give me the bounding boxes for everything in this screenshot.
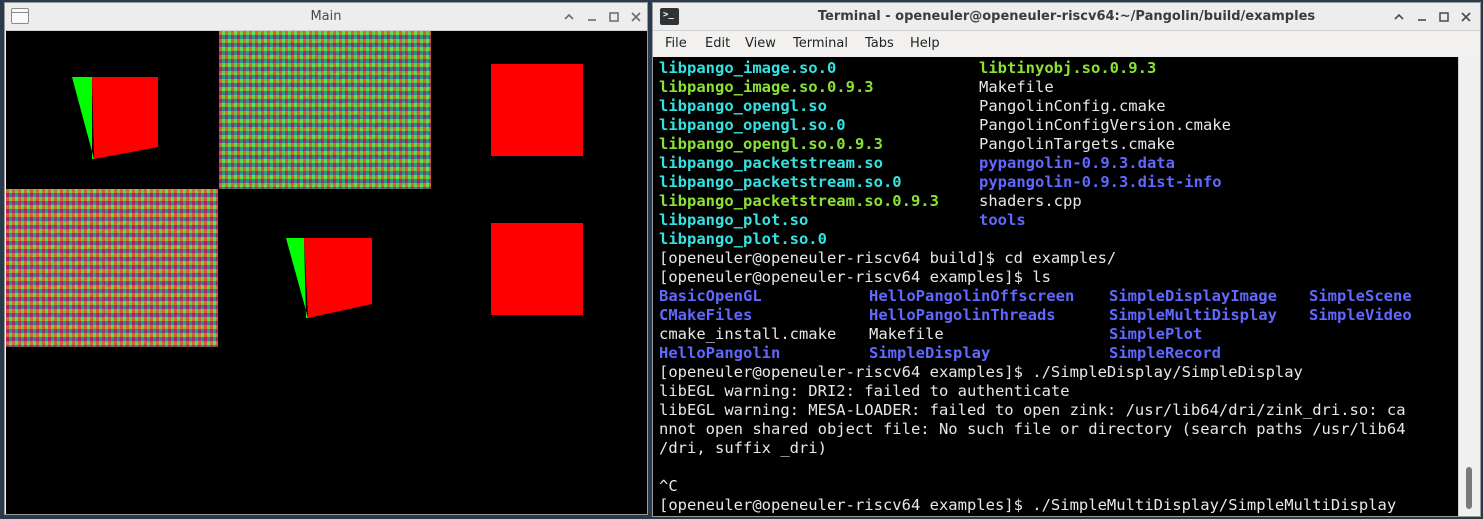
main-titlebar[interactable]: Main [5, 3, 647, 31]
interrupt-line: ^C [659, 477, 678, 495]
terminal-line: libEGL warning: DRI2: failed to authenti… [659, 382, 1070, 401]
ls-entry: tools [979, 211, 1026, 229]
terminal-line: libpango_packetstream.so pypangolin-0.9.… [659, 154, 1175, 173]
terminal-line: [openeuler@openeuler-riscv64 examples]$ … [659, 363, 1303, 382]
maximize-icon[interactable] [1435, 8, 1453, 26]
ls-entry: libpango_opengl.so.0.9.3 [659, 135, 883, 153]
ls-entry: SimpleDisplay [869, 344, 991, 362]
terminal-titlebar[interactable]: >_ Terminal - openeuler@openeuler-riscv6… [653, 3, 1480, 31]
terminal-line: libpango_image.so.0 libtinyobj.so.0.9.3 [659, 59, 1156, 78]
ls-entry: PangolinTargets.cmake [979, 135, 1175, 153]
menu-help[interactable]: Help [910, 36, 940, 51]
gl-viewport[interactable] [6, 31, 647, 514]
terminal-line: ^C [659, 477, 715, 496]
ls-entry: pypangolin-0.9.3.dist-info [979, 173, 1222, 191]
terminal-line: libpango_opengl.so.0 PangolinConfigVersi… [659, 116, 1231, 135]
terminal-line: libpango_opengl.so.0.9.3 PangolinTargets… [659, 135, 1175, 154]
ls-entry: SimpleVideo [1309, 306, 1412, 324]
warning-line: libEGL warning: MESA-LOADER: failed to o… [659, 401, 1406, 419]
terminal-line: [openeuler@openeuler-riscv64 build]$ cd … [659, 249, 1116, 268]
close-icon[interactable] [627, 8, 645, 26]
ls-entry: PangolinConfig.cmake [979, 97, 1166, 115]
terminal-line: cmake_install.cmake Makefile SimplePlot [659, 325, 1202, 344]
ls-entry: libpango_image.so.0.9.3 [659, 78, 874, 96]
ls-entry: cmake_install.cmake [659, 325, 837, 343]
terminal-output[interactable]: libpango_image.so.0 libtinyobj.so.0.9.3 … [653, 57, 1458, 516]
ls-entry: BasicOpenGL [659, 287, 762, 305]
terminal-line: [openeuler@openeuler-riscv64 examples]$ … [659, 496, 1396, 515]
warning-line: libEGL warning: DRI2: failed to authenti… [659, 382, 1070, 400]
ls-entry: SimpleRecord [1109, 344, 1221, 362]
shell-command: [openeuler@openeuler-riscv64 examples]$ … [659, 363, 1303, 381]
terminal-scrollbar[interactable] [1458, 57, 1480, 516]
ls-entry: CMakeFiles [659, 306, 753, 324]
minimize-icon[interactable] [1413, 8, 1431, 26]
terminal-line: /dri, suffix _dri) [659, 439, 827, 458]
close-icon[interactable] [1457, 8, 1475, 26]
ls-entry: SimpleScene [1309, 287, 1412, 305]
ls-entry: SimplePlot [1109, 325, 1203, 343]
ls-entry: libpango_plot.so [659, 211, 809, 229]
terminal-line: libpango_image.so.0.9.3 Makefile [659, 78, 1054, 97]
rendered-cube [72, 77, 158, 159]
ls-entry: Makefile [869, 325, 944, 343]
shell-command: [openeuler@openeuler-riscv64 build]$ cd … [659, 249, 1117, 267]
ls-entry: libtinyobj.so.0.9.3 [979, 59, 1157, 77]
noise-image [6, 189, 218, 347]
ls-entry: SimpleMultiDisplay [1109, 306, 1277, 324]
ls-entry: libpango_packetstream.so.0 [659, 173, 902, 191]
red-square [491, 223, 583, 315]
terminal-window-title: Terminal - openeuler@openeuler-riscv64:~… [817, 9, 1316, 24]
terminal-line: libpango_plot.so tools [659, 211, 1026, 230]
ls-entry: HelloPangolinThreads [869, 306, 1056, 324]
scrollbar-thumb[interactable] [1466, 467, 1472, 509]
terminal-line: libpango_opengl.so PangolinConfig.cmake [659, 97, 1166, 116]
terminal-line: [openeuler@openeuler-riscv64 examples]$ … [659, 268, 1051, 287]
terminal-line: BasicOpenGL HelloPangolinOffscreen Simpl… [659, 287, 1412, 306]
warning-line: nnot open shared object file: No such fi… [659, 420, 1406, 438]
menu-terminal[interactable]: Terminal [793, 36, 848, 51]
menu-file[interactable]: File [665, 36, 687, 51]
minimize-icon[interactable] [583, 8, 601, 26]
ls-entry: libpango_opengl.so [659, 97, 827, 115]
ls-entry: libpango_image.so.0 [659, 59, 837, 77]
ls-entry: SimpleDisplayImage [1109, 287, 1277, 305]
ls-entry: libpango_packetstream.so.0.9.3 [659, 192, 939, 210]
ls-entry: Makefile [979, 78, 1054, 96]
menu-edit[interactable]: Edit [705, 36, 730, 51]
menu-view[interactable]: View [745, 36, 776, 51]
ls-entry: libpango_opengl.so.0 [659, 116, 846, 134]
terminal-menubar: File Edit View Terminal Tabs Help [653, 31, 1480, 57]
terminal-line: libpango_plot.so.0 [659, 230, 827, 249]
terminal-line: nnot open shared object file: No such fi… [659, 420, 1406, 439]
arrow-up-icon[interactable] [560, 8, 578, 26]
ls-entry: shaders.cpp [979, 192, 1082, 210]
noise-image [219, 31, 431, 189]
terminal-window[interactable]: >_ Terminal - openeuler@openeuler-riscv6… [652, 2, 1481, 517]
shell-command: [openeuler@openeuler-riscv64 examples]$ … [659, 496, 1397, 514]
ls-entry: libpango_packetstream.so [659, 154, 883, 172]
terminal-line: libpango_packetstream.so.0.9.3 shaders.c… [659, 192, 1082, 211]
main-window-title: Main [310, 9, 342, 24]
terminal-line: libpango_packetstream.so.0 pypangolin-0.… [659, 173, 1222, 192]
rendered-cube [286, 238, 372, 318]
ls-entry: libpango_plot.so.0 [659, 230, 827, 248]
arrow-up-icon[interactable] [1390, 8, 1408, 26]
red-square [491, 64, 583, 156]
main-window[interactable]: Main [4, 2, 648, 515]
terminal-line: HelloPangolin SimpleDisplay SimpleRecord [659, 344, 1221, 363]
terminal-line: CMakeFiles HelloPangolinThreads SimpleMu… [659, 306, 1412, 325]
menu-tabs[interactable]: Tabs [865, 36, 894, 51]
terminal-line: libEGL warning: MESA-LOADER: failed to o… [659, 401, 1406, 420]
maximize-icon[interactable] [605, 8, 623, 26]
ls-entry: PangolinConfigVersion.cmake [979, 116, 1231, 134]
shell-command: [openeuler@openeuler-riscv64 examples]$ … [659, 268, 1051, 286]
ls-entry: pypangolin-0.9.3.data [979, 154, 1175, 172]
ls-entry: HelloPangolinOffscreen [869, 287, 1075, 305]
ls-entry: HelloPangolin [659, 344, 781, 362]
warning-line: /dri, suffix _dri) [659, 439, 827, 457]
